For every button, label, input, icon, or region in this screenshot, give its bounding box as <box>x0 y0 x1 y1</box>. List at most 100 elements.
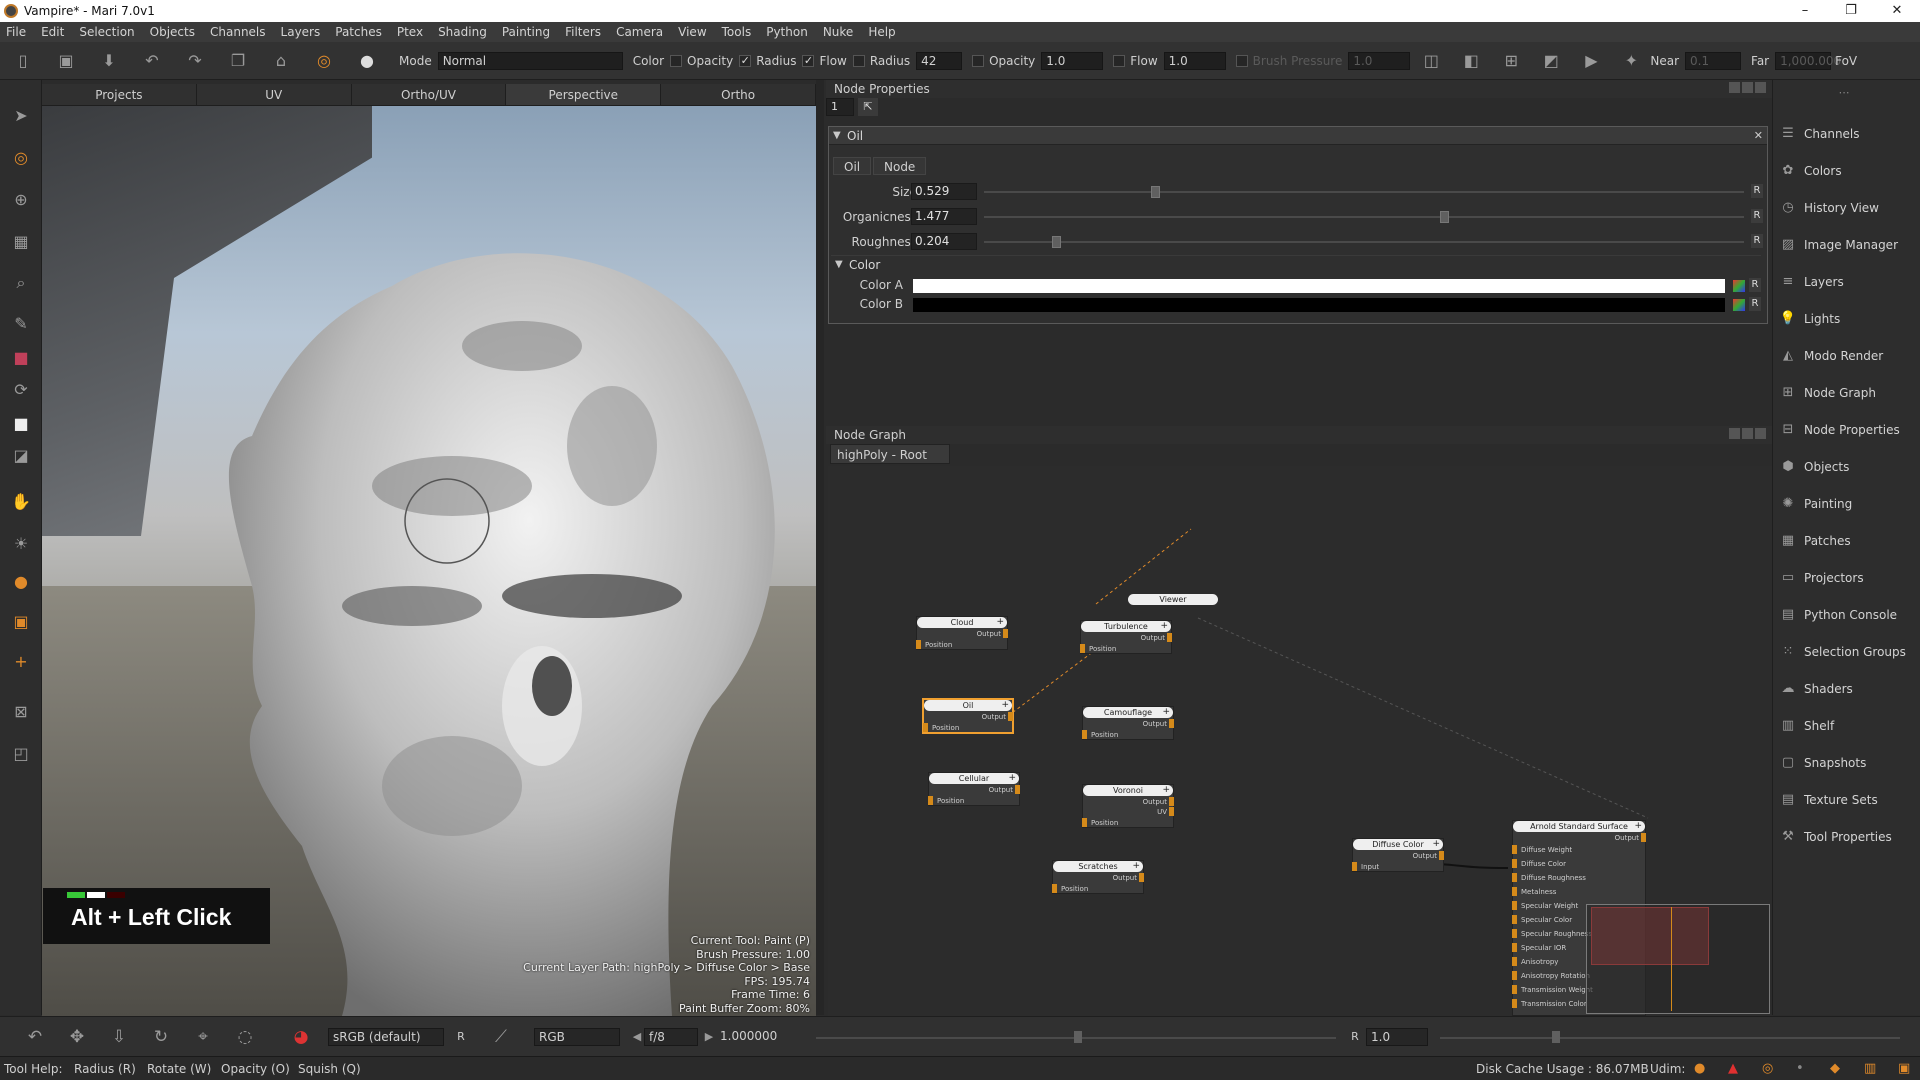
roughness-reset-button[interactable]: R <box>1751 234 1763 248</box>
menu-selection[interactable]: Selection <box>79 25 134 39</box>
organicness-slider-knob[interactable] <box>1440 211 1449 223</box>
tab-uv[interactable]: UV <box>196 84 352 106</box>
menu-filters[interactable]: Filters <box>565 25 601 39</box>
tab-projects[interactable]: Projects <box>42 84 197 106</box>
view-icon-1[interactable]: ◫ <box>1420 50 1442 72</box>
panel-splitter[interactable] <box>816 80 824 1015</box>
pin-icon[interactable]: ⇱ <box>858 98 878 116</box>
color-a-picker-icon[interactable] <box>1733 280 1745 292</box>
status-bucket-icon[interactable]: ◆ <box>1830 1061 1840 1076</box>
dock-snapshots[interactable]: ▢ Snapshots <box>1779 753 1919 773</box>
dock-objects[interactable]: ⬢ Objects <box>1779 457 1919 477</box>
menu-patches[interactable]: Patches <box>335 25 382 39</box>
color-collapse-icon[interactable]: ▼ <box>835 259 843 270</box>
dock-layers[interactable]: ≡ Layers <box>1779 272 1919 292</box>
gain-field[interactable]: 1.0 <box>1366 1028 1428 1046</box>
frame-icon[interactable]: ⌖ <box>192 1027 214 1047</box>
tumble-icon[interactable]: ↻ <box>150 1027 172 1047</box>
fstop-field[interactable]: f/8 <box>644 1028 698 1046</box>
view-icon-5[interactable]: ▶ <box>1580 50 1602 72</box>
roughness-slider-knob[interactable] <box>1052 236 1062 248</box>
tab-perspective[interactable]: Perspective <box>506 84 662 106</box>
menu-nuke[interactable]: Nuke <box>823 25 854 39</box>
menu-objects[interactable]: Objects <box>150 25 195 39</box>
color-a-reset-button[interactable]: R <box>1749 278 1761 292</box>
white-swatch-icon[interactable]: ■ <box>10 412 32 434</box>
rotate-tool-icon[interactable]: ⟳ <box>10 378 32 400</box>
hand-tool-icon[interactable]: ✋ <box>10 490 32 512</box>
node-graph-minimap[interactable] <box>1586 904 1770 1014</box>
voronoi-input-port[interactable] <box>1082 818 1087 827</box>
flow-input[interactable]: 1.0 <box>1163 51 1226 70</box>
dock-channels[interactable]: ☰ Channels <box>1779 124 1919 144</box>
node-voronoi[interactable]: Voronoi + Output UV Position <box>1082 784 1174 828</box>
panel-close-icon[interactable] <box>1755 82 1766 93</box>
dock-texture-sets[interactable]: ▤ Texture Sets <box>1779 790 1919 810</box>
foreground-color-swatch-icon[interactable]: ■ <box>10 346 32 368</box>
dock-shelf[interactable]: ▥ Shelf <box>1779 716 1919 736</box>
oil-section-header[interactable]: ▼ Oil ✕ <box>829 127 1767 145</box>
ng-float-icon[interactable] <box>1742 428 1753 439</box>
dock-colors[interactable]: ✿ Colors <box>1779 161 1919 181</box>
arnold-port-10[interactable] <box>1512 985 1517 994</box>
tab-ortho[interactable]: Ortho <box>661 84 816 106</box>
redo-brush-icon[interactable]: ↷ <box>184 50 206 72</box>
voronoi-add-icon[interactable]: + <box>1162 785 1170 796</box>
cloud-input-port[interactable] <box>916 640 921 649</box>
radius-checkbox[interactable]: ✓ <box>739 54 752 67</box>
node-graph-canvas[interactable]: Viewer Cloud + Output Position Turbulence… <box>828 466 1772 1016</box>
sphere-tool-icon[interactable]: ● <box>10 570 32 592</box>
menu-shading[interactable]: Shading <box>438 25 487 39</box>
dock-history-view[interactable]: ◷ History View <box>1779 198 1919 218</box>
menu-file[interactable]: File <box>6 25 26 39</box>
frame-tool-icon[interactable]: ◰ <box>10 742 32 764</box>
minimap-viewport-rect[interactable] <box>1591 907 1709 965</box>
status-dot-icon[interactable]: • <box>1796 1061 1804 1076</box>
menu-camera[interactable]: Camera <box>616 25 663 39</box>
bake-icon[interactable]: ⌂ <box>270 50 292 72</box>
view-icon-3[interactable]: ⊞ <box>1500 50 1522 72</box>
dock-painting[interactable]: ✺ Painting <box>1779 494 1919 514</box>
arnold-port-6[interactable] <box>1512 929 1517 938</box>
node-camouflage[interactable]: Camouflage + Output Position <box>1082 706 1174 740</box>
dock-node-graph[interactable]: ⊞ Node Graph <box>1779 383 1919 403</box>
organicness-reset-button[interactable]: R <box>1751 209 1763 223</box>
diffuse-output-port[interactable] <box>1439 851 1444 860</box>
fit-icon[interactable]: ◌ <box>234 1027 256 1047</box>
square-select-icon[interactable]: ▣ <box>10 610 32 632</box>
menu-view[interactable]: View <box>678 25 706 39</box>
undo-brush-icon[interactable]: ↶ <box>141 50 163 72</box>
tab-oil[interactable]: Oil <box>833 157 872 175</box>
diffuse-add-icon[interactable]: + <box>1432 839 1440 850</box>
ng-close-icon[interactable] <box>1755 428 1766 439</box>
grid-tool-icon[interactable]: ▦ <box>10 230 32 252</box>
dock-handle-icon[interactable]: ⋯ <box>1831 86 1857 100</box>
new-file-icon[interactable]: ▯ <box>12 50 34 72</box>
minimize-button[interactable]: – <box>1782 0 1828 22</box>
gain-slider[interactable] <box>1440 1037 1900 1039</box>
flow-value-checkbox[interactable] <box>1113 54 1126 67</box>
voronoi-output-port[interactable] <box>1169 797 1174 806</box>
node-cloud[interactable]: Cloud + Output Position <box>916 616 1008 650</box>
arnold-port-0[interactable] <box>1512 845 1517 854</box>
cellular-add-icon[interactable]: + <box>1008 773 1016 784</box>
organicness-input[interactable]: 1.477 <box>911 208 977 225</box>
menu-edit[interactable]: Edit <box>41 25 64 39</box>
gain-knob[interactable] <box>1552 1031 1560 1043</box>
cellular-input-port[interactable] <box>928 796 933 805</box>
node-oil[interactable]: Oil + Output Position <box>922 698 1014 734</box>
section-close-icon[interactable]: ✕ <box>1754 129 1763 142</box>
menu-help[interactable]: Help <box>868 25 895 39</box>
oil-add-icon[interactable]: + <box>1001 700 1009 711</box>
turbulence-input-port[interactable] <box>1080 644 1085 653</box>
menu-channels[interactable]: Channels <box>210 25 266 39</box>
node-graph-tab[interactable]: highPoly - Root <box>830 444 950 464</box>
tab-ortho-uv[interactable]: Ortho/UV <box>351 84 507 106</box>
color-a-swatch[interactable] <box>913 279 1725 293</box>
opacity-input[interactable]: 1.0 <box>1041 51 1104 70</box>
save-icon[interactable]: ⬇ <box>98 50 120 72</box>
color-b-reset-button[interactable]: R <box>1749 297 1761 311</box>
roughness-input[interactable]: 0.204 <box>911 233 977 250</box>
turbulence-output-port[interactable] <box>1167 633 1172 642</box>
cloud-add-icon[interactable]: + <box>996 617 1004 628</box>
